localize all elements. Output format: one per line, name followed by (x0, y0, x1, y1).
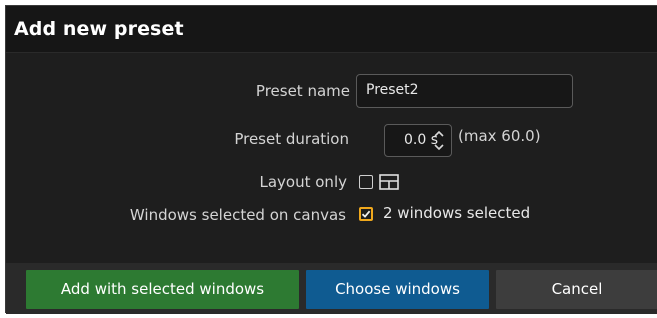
cancel-button[interactable]: Cancel (496, 270, 657, 309)
preset-duration-stepper[interactable]: 0.0 s (384, 124, 452, 157)
layout-only-label: Layout only (259, 173, 348, 191)
chevron-down-icon[interactable] (433, 142, 445, 152)
preset-name-input[interactable]: Preset2 (356, 74, 573, 108)
add-preset-dialog: Add new preset Preset name Preset2 Prese… (5, 5, 657, 314)
windows-selected-label: Windows selected on canvas (129, 206, 346, 224)
preset-duration-label: Preset duration (234, 130, 349, 148)
dialog-title: Add new preset (14, 18, 184, 40)
windows-selected-count: 2 windows selected (383, 204, 531, 222)
choose-windows-button[interactable]: Choose windows (306, 270, 489, 309)
checkmark-icon (361, 210, 371, 218)
dialog-titlebar: Add new preset (6, 6, 657, 53)
layout-only-checkbox[interactable] (359, 175, 373, 189)
add-with-selected-button[interactable]: Add with selected windows (26, 270, 299, 309)
windows-selected-checkbox[interactable] (359, 207, 373, 221)
preset-duration-max: (max 60.0) (458, 127, 541, 145)
layout-grid-icon (379, 174, 399, 190)
preset-name-label: Preset name (255, 82, 350, 100)
chevron-up-icon[interactable] (433, 129, 445, 139)
